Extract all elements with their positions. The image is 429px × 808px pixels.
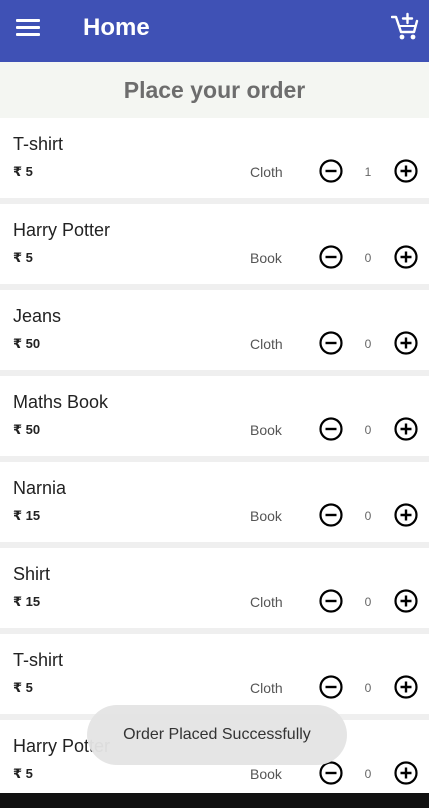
add-circle-icon[interactable]: [393, 674, 419, 700]
item-price: ₹ 5: [13, 250, 33, 265]
item-price: ₹ 50: [13, 336, 41, 351]
item-category: Cloth: [250, 164, 283, 180]
item-name: Narnia: [13, 478, 67, 498]
item-price: ₹ 15: [13, 594, 41, 609]
item-name: T-shirt: [13, 134, 64, 154]
item-price: ₹ 5: [13, 766, 33, 781]
add-circle-icon[interactable]: [393, 502, 419, 528]
toast-message: Order Placed Successfully: [87, 705, 347, 765]
item-price: ₹ 50: [13, 422, 41, 437]
add-circle-icon[interactable]: [393, 330, 419, 356]
remove-circle-icon[interactable]: [318, 502, 344, 528]
item-category: Cloth: [250, 594, 283, 610]
remove-circle-icon[interactable]: [318, 244, 344, 270]
remove-circle-icon[interactable]: [318, 588, 344, 614]
item-price: ₹ 5: [13, 164, 33, 179]
list-item: Jeans ₹ 50 Cloth 0: [0, 290, 429, 370]
remove-circle-icon[interactable]: [318, 158, 344, 184]
add-circle-icon[interactable]: [393, 244, 419, 270]
item-quantity: 0: [364, 681, 372, 695]
remove-circle-icon[interactable]: [318, 330, 344, 356]
item-category: Book: [250, 250, 282, 266]
item-quantity: 0: [364, 767, 372, 781]
item-category: Book: [250, 766, 282, 782]
item-category: Cloth: [250, 680, 283, 696]
page-title: Place your order: [0, 62, 429, 118]
item-name: Jeans: [13, 306, 62, 326]
add-shopping-cart-icon[interactable]: [390, 12, 419, 42]
item-price: ₹ 15: [13, 508, 41, 523]
list-item: Harry Potter ₹ 5 Book 0: [0, 204, 429, 284]
item-quantity: 0: [364, 337, 372, 351]
add-circle-icon[interactable]: [393, 158, 419, 184]
list-item: T-shirt ₹ 5 Cloth 0: [0, 634, 429, 714]
add-circle-icon[interactable]: [393, 588, 419, 614]
item-category: Book: [250, 508, 282, 524]
app-bar: Home: [0, 0, 429, 62]
remove-circle-icon[interactable]: [318, 416, 344, 442]
item-quantity: 0: [364, 595, 372, 609]
item-name: Maths Book: [13, 392, 109, 412]
item-category: Cloth: [250, 336, 283, 352]
item-name: Shirt: [13, 564, 51, 584]
item-category: Book: [250, 422, 282, 438]
list-item: Shirt ₹ 15 Cloth 0: [0, 548, 429, 628]
add-circle-icon[interactable]: [393, 416, 419, 442]
item-name: T-shirt: [13, 650, 64, 670]
add-circle-icon[interactable]: [393, 760, 419, 786]
item-price: ₹ 5: [13, 680, 33, 695]
item-quantity: 0: [364, 423, 372, 437]
list-item: T-shirt ₹ 5 Cloth 1: [0, 118, 429, 198]
menu-icon[interactable]: [16, 17, 42, 39]
item-quantity: 0: [364, 509, 372, 523]
app-bar-title: Home: [83, 14, 150, 41]
system-navigation-bar: [0, 793, 429, 808]
remove-circle-icon[interactable]: [318, 674, 344, 700]
item-quantity: 0: [364, 251, 372, 265]
item-quantity: 1: [364, 165, 372, 179]
item-name: Harry Potter: [13, 220, 111, 240]
product-list: T-shirt ₹ 5 Cloth 1 Harry Potter ₹ 5 Boo…: [0, 118, 429, 806]
list-item: Maths Book ₹ 50 Book 0: [0, 376, 429, 456]
list-item: Narnia ₹ 15 Book 0: [0, 462, 429, 542]
